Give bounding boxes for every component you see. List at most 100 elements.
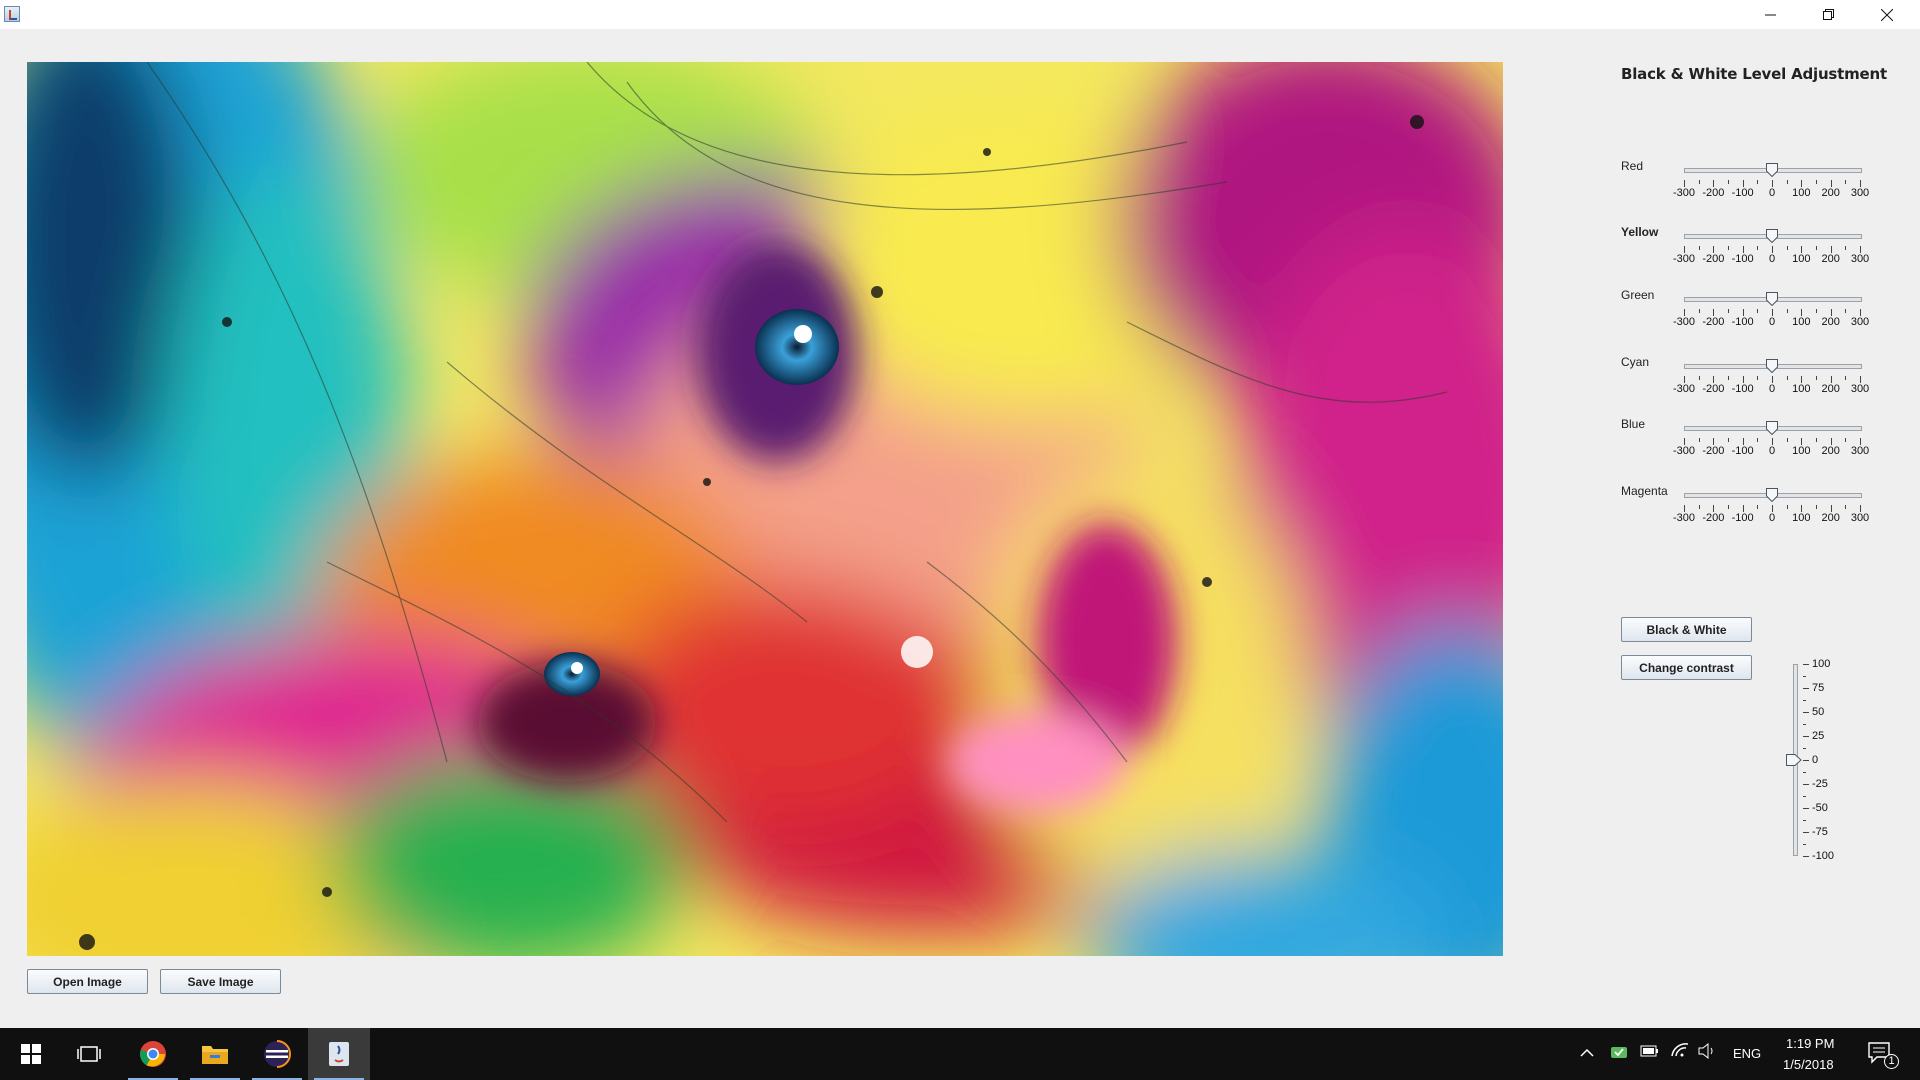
slider-tick-label: 200	[1821, 445, 1840, 457]
slider-label-magenta: Magenta	[1621, 484, 1668, 498]
slider-tick	[1772, 180, 1773, 187]
slider-tick	[1830, 505, 1832, 512]
slider-tick	[1816, 505, 1817, 509]
contrast-slider-thumb[interactable]	[1786, 754, 1802, 766]
contrast-slider[interactable]: 100 75 50 25 0 -25 -50 -75 -100	[1785, 658, 1855, 862]
slider-thumb[interactable]	[1766, 488, 1778, 502]
wifi-tray-button[interactable]	[1670, 1042, 1690, 1061]
slider-thumb[interactable]	[1766, 421, 1778, 435]
slider-cyan[interactable]: -300 -200 -100 0 100 200 300	[1672, 358, 1869, 408]
battery-tray-button[interactable]	[1640, 1045, 1660, 1060]
slider-tick-label: -300	[1672, 383, 1696, 395]
slider-tick-label: 300	[1850, 512, 1870, 524]
chevron-up-icon	[1580, 1048, 1594, 1057]
save-image-button[interactable]: Save Image	[160, 969, 281, 994]
taskbar: ENG 1:19 PM 1/5/2018 1	[0, 1028, 1920, 1080]
slider-thumb[interactable]	[1766, 229, 1778, 243]
slider-thumb[interactable]	[1766, 359, 1778, 373]
taskbar-chrome[interactable]	[122, 1028, 184, 1080]
speaker-icon	[1698, 1042, 1713, 1060]
open-image-button[interactable]: Open Image	[27, 969, 148, 994]
slider-tick	[1757, 505, 1759, 509]
minimize-button[interactable]	[1742, 0, 1800, 29]
contrast-tick	[1803, 688, 1809, 689]
start-button[interactable]	[0, 1028, 62, 1080]
portrait-painting-image	[27, 62, 1503, 956]
contrast-tick-label: -50	[1812, 802, 1828, 814]
slider-tick	[1786, 180, 1788, 184]
slider-tick	[1816, 438, 1817, 442]
slider-tick	[1728, 438, 1729, 442]
slider-tick	[1845, 505, 1847, 509]
slider-tick	[1816, 180, 1817, 184]
slider-tick-label: -200	[1702, 445, 1725, 457]
slider-tick	[1757, 180, 1759, 184]
taskbar-eclipse[interactable]	[246, 1028, 308, 1080]
contrast-minor-tick	[1803, 676, 1806, 677]
slider-tick	[1684, 376, 1685, 383]
slider-tick	[1684, 246, 1685, 253]
slider-tick	[1860, 180, 1861, 187]
slider-tick	[1786, 505, 1788, 509]
slider-tick	[1698, 505, 1700, 509]
slider-tick	[1742, 246, 1744, 253]
slider-tick-label: 0	[1768, 445, 1776, 457]
contrast-tick	[1803, 784, 1809, 785]
contrast-minor-tick	[1803, 724, 1806, 725]
task-view-button[interactable]	[58, 1028, 120, 1080]
slider-tick-label: 100	[1792, 316, 1811, 328]
slider-magenta[interactable]: -300 -200 -100 0 100 200 300	[1672, 487, 1869, 537]
change-contrast-button[interactable]: Change contrast	[1621, 655, 1752, 680]
image-canvas[interactable]	[27, 62, 1503, 956]
slider-tick-label: -200	[1702, 253, 1725, 265]
slider-tick-label: -100	[1731, 445, 1754, 457]
contrast-tick-label: -25	[1812, 778, 1828, 790]
slider-tick	[1713, 376, 1715, 383]
contrast-minor-tick	[1803, 772, 1806, 773]
wifi-icon	[1671, 1043, 1689, 1057]
slider-thumb[interactable]	[1766, 163, 1778, 177]
clock-date[interactable]: 1/5/2018	[1783, 1057, 1834, 1072]
taskbar-file-explorer[interactable]	[184, 1028, 246, 1080]
slider-tick-label: 100	[1792, 512, 1811, 524]
restore-button[interactable]	[1800, 0, 1858, 29]
slider-tick	[1860, 309, 1861, 316]
java-app-icon[interactable]	[4, 6, 20, 22]
slider-tick	[1742, 309, 1744, 316]
slider-tick	[1772, 505, 1773, 512]
contrast-minor-tick	[1803, 820, 1806, 821]
slider-label-green: Green	[1621, 288, 1655, 302]
language-indicator[interactable]: ENG	[1733, 1046, 1761, 1061]
slider-tick	[1757, 376, 1759, 380]
panel-title: Black & White Level Adjustment	[1621, 65, 1887, 83]
slider-green[interactable]: -300 -200 -100 0 100 200 300	[1672, 291, 1869, 341]
java-icon	[329, 1042, 349, 1066]
title-bar	[0, 0, 1920, 29]
windows-start-icon	[21, 1044, 41, 1064]
show-hidden-icons-button[interactable]	[1580, 1044, 1594, 1060]
slider-tick-label: 300	[1850, 187, 1870, 199]
taskbar-java-app[interactable]	[308, 1028, 370, 1080]
close-button[interactable]	[1858, 0, 1916, 29]
slider-red[interactable]: -300 -200 -100 0 100 200 300	[1672, 162, 1869, 212]
slider-tick	[1786, 309, 1788, 313]
contrast-tick-label: -75	[1812, 826, 1828, 838]
slider-tick	[1830, 438, 1832, 445]
black-and-white-button[interactable]: Black & White	[1621, 617, 1752, 642]
slider-thumb[interactable]	[1766, 292, 1778, 306]
volume-tray-button[interactable]	[1698, 1042, 1718, 1062]
clock-time[interactable]: 1:19 PM	[1786, 1036, 1834, 1051]
slider-tick	[1757, 246, 1759, 250]
slider-tick	[1728, 376, 1729, 380]
contrast-tick-label: 75	[1812, 682, 1825, 694]
slider-tick	[1860, 438, 1861, 445]
slider-yellow[interactable]: -300 -200 -100 0 100 200 300	[1672, 228, 1869, 278]
slider-tick	[1728, 246, 1729, 250]
minimize-icon	[1765, 14, 1776, 15]
slider-tick	[1742, 438, 1744, 445]
slider-blue[interactable]: -300 -200 -100 0 100 200 300	[1672, 420, 1869, 470]
slider-tick	[1684, 180, 1685, 187]
security-tray-button[interactable]	[1610, 1044, 1628, 1063]
slider-tick-label: 100	[1792, 253, 1811, 265]
slider-tick	[1830, 376, 1832, 383]
